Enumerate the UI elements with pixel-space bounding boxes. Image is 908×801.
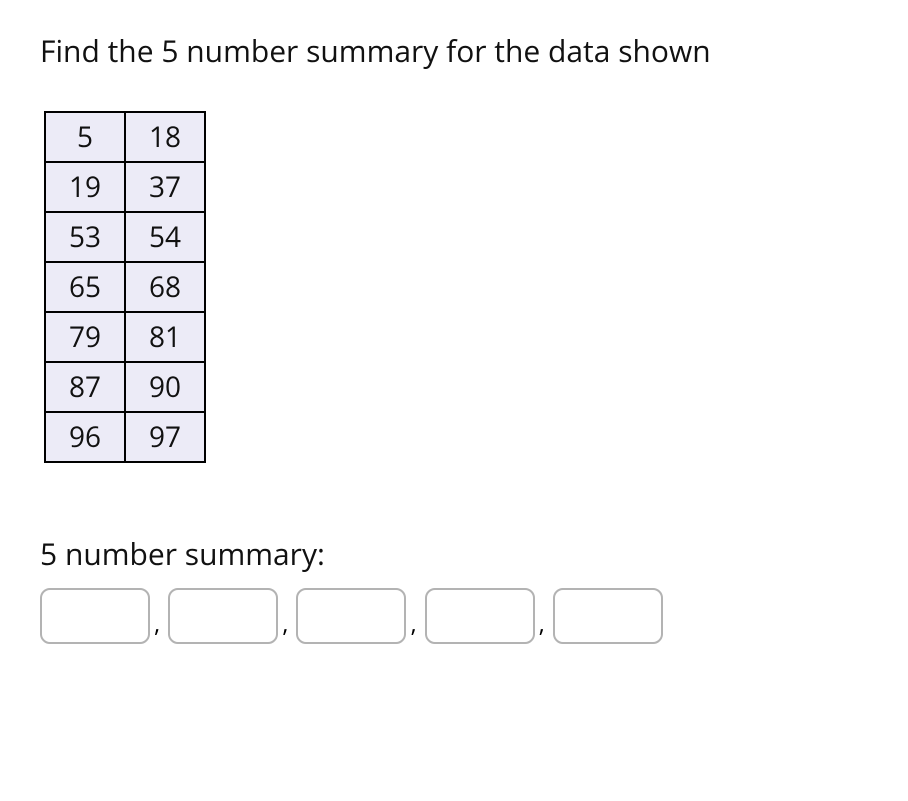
separator: , <box>154 607 160 640</box>
table-cell: 97 <box>125 412 205 462</box>
table-row: 79 81 <box>45 312 205 362</box>
table-cell: 54 <box>125 212 205 262</box>
table-row: 19 37 <box>45 162 205 212</box>
question-text: Find the 5 number summary for the data s… <box>40 30 868 71</box>
table-row: 87 90 <box>45 362 205 412</box>
table-cell: 87 <box>45 362 125 412</box>
separator: , <box>539 607 545 640</box>
table-cell: 53 <box>45 212 125 262</box>
table-cell: 65 <box>45 262 125 312</box>
q1-input[interactable] <box>168 588 278 644</box>
min-input[interactable] <box>40 588 150 644</box>
median-input[interactable] <box>296 588 406 644</box>
table-row: 65 68 <box>45 262 205 312</box>
table-cell: 79 <box>45 312 125 362</box>
table-cell: 68 <box>125 262 205 312</box>
table-row: 96 97 <box>45 412 205 462</box>
table-cell: 81 <box>125 312 205 362</box>
table-cell: 96 <box>45 412 125 462</box>
data-table: 5 18 19 37 53 54 65 68 79 81 87 90 96 97 <box>44 111 206 463</box>
table-cell: 19 <box>45 162 125 212</box>
separator: , <box>410 607 416 640</box>
table-cell: 37 <box>125 162 205 212</box>
answer-row: , , , , <box>40 588 868 644</box>
table-cell: 90 <box>125 362 205 412</box>
table-row: 53 54 <box>45 212 205 262</box>
q3-input[interactable] <box>425 588 535 644</box>
table-row: 5 18 <box>45 112 205 162</box>
answer-label: 5 number summary: <box>40 533 868 574</box>
table-cell: 18 <box>125 112 205 162</box>
table-cell: 5 <box>45 112 125 162</box>
max-input[interactable] <box>553 588 663 644</box>
separator: , <box>282 607 288 640</box>
